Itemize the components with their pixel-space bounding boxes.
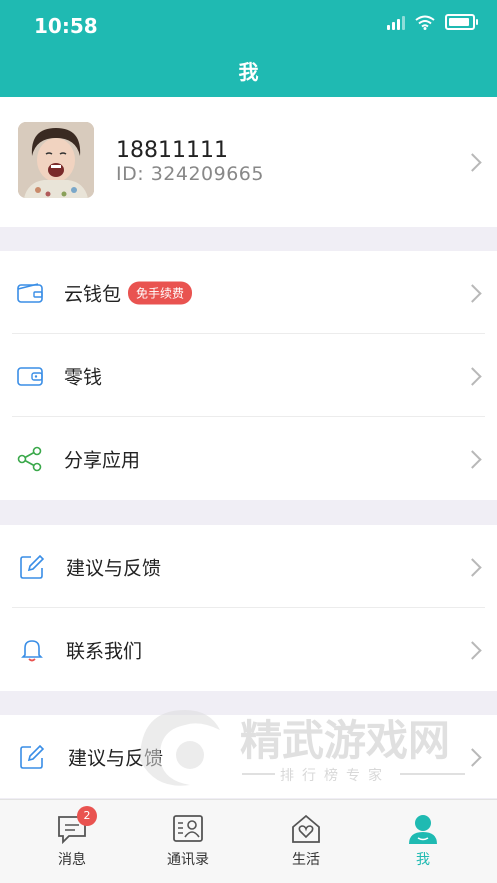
tab-life[interactable]: 生活: [261, 812, 351, 869]
unread-badge: 2: [77, 806, 97, 826]
menu-item-feedback[interactable]: 建议与反馈: [0, 525, 497, 608]
tab-me[interactable]: 我: [378, 812, 468, 869]
tab-label: 我: [416, 852, 430, 868]
chevron-right-icon: [463, 641, 482, 660]
contacts-icon: [173, 815, 203, 842]
tab-label: 消息: [58, 852, 86, 868]
menu-item-label: 分享应用: [64, 449, 141, 471]
battery-icon: [445, 14, 478, 30]
chevron-right-icon: [463, 153, 482, 172]
share-icon: [17, 446, 42, 471]
wallet-icon: [17, 282, 43, 303]
header-bar: 10:58 我: [0, 0, 497, 97]
tab-label: 通讯录: [167, 852, 209, 868]
life-home-icon: [292, 814, 320, 843]
change-wallet-icon: [17, 366, 43, 386]
edit-icon: [20, 744, 45, 769]
me-icon: [409, 815, 437, 844]
tab-bar: 2 消息 通讯录 生活 我: [0, 799, 497, 883]
menu-item-label: 建议与反馈: [66, 557, 162, 579]
menu-item-label: 零钱: [64, 366, 103, 388]
tab-label: 生活: [292, 852, 320, 868]
fee-free-badge: 免手续费: [128, 281, 193, 304]
profile-id: ID: 324209665: [116, 163, 264, 185]
chevron-right-icon: [463, 450, 482, 469]
menu-section-extra: 建议与反馈: [0, 715, 497, 798]
chevron-right-icon: [463, 284, 482, 303]
menu-item-feedback-2[interactable]: 建议与反馈: [0, 715, 497, 798]
chevron-right-icon: [463, 367, 482, 386]
menu-section-support: 建议与反馈 联系我们: [0, 525, 497, 691]
menu-item-change[interactable]: 零钱: [0, 334, 497, 417]
menu-item-share-app[interactable]: 分享应用: [0, 417, 497, 500]
profile-id-label: ID:: [116, 163, 145, 185]
chevron-right-icon: [463, 558, 482, 577]
avatar[interactable]: [18, 122, 94, 198]
profile-phone: 18811111: [116, 138, 228, 163]
menu-item-label: 建议与反馈: [68, 747, 164, 769]
edit-icon: [20, 554, 45, 579]
menu-section-wallet: 云钱包 免手续费 零钱 分享应用: [0, 251, 497, 500]
tab-messages[interactable]: 2 消息: [27, 806, 117, 869]
tab-contacts[interactable]: 通讯录: [143, 812, 233, 869]
chevron-right-icon: [463, 748, 482, 767]
status-time: 10:58: [34, 14, 98, 38]
wifi-icon: [415, 15, 435, 30]
page-title: 我: [238, 60, 259, 84]
bell-icon: [21, 639, 43, 661]
status-icons: [387, 14, 478, 30]
profile-id-value: 324209665: [150, 163, 264, 185]
profile-card[interactable]: 18811111 ID: 324209665: [0, 97, 497, 227]
menu-item-label: 云钱包: [64, 283, 122, 305]
signal-icon: [387, 14, 405, 30]
menu-item-cloud-wallet[interactable]: 云钱包 免手续费: [0, 251, 497, 334]
menu-item-contact-us[interactable]: 联系我们: [0, 608, 497, 691]
menu-item-label: 联系我们: [66, 640, 143, 662]
